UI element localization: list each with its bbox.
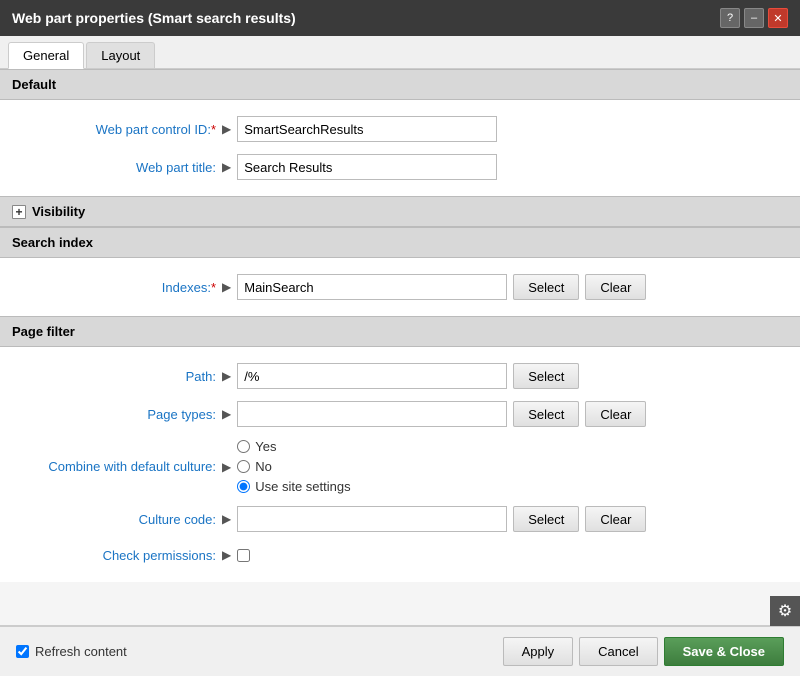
bottom-bar: Refresh content Apply Cancel Save & Clos… <box>0 626 800 676</box>
section-search-index-header: Search index <box>0 227 800 258</box>
page-types-control: Select Clear <box>237 401 788 427</box>
dialog-title: Web part properties (Smart search result… <box>12 10 296 26</box>
radio-yes-input[interactable] <box>237 440 250 453</box>
label-page-types: Page types: <box>12 407 222 422</box>
title-bar: Web part properties (Smart search result… <box>0 0 800 36</box>
check-permissions-control <box>237 549 788 562</box>
label-check-permissions: Check permissions: <box>12 548 222 563</box>
combine-culture-control: Yes No Use site settings <box>237 439 788 494</box>
combine-culture-radio-group: Yes No Use site settings <box>237 439 350 494</box>
title-input[interactable] <box>237 154 497 180</box>
label-culture-code: Culture code: <box>12 512 222 527</box>
form-row-indexes: Indexes:* ▶ Select Clear <box>0 268 800 306</box>
radio-no-label: No <box>255 459 272 474</box>
culture-code-clear-button[interactable]: Clear <box>585 506 646 532</box>
culture-code-select-button[interactable]: Select <box>513 506 579 532</box>
label-title: Web part title: <box>12 160 222 175</box>
section-search-index-body: Indexes:* ▶ Select Clear <box>0 258 800 316</box>
radio-site-settings-input[interactable] <box>237 480 250 493</box>
label-path: Path: <box>12 369 222 384</box>
label-indexes: Indexes:* <box>12 280 222 295</box>
form-row-page-types: Page types: ▶ Select Clear <box>0 395 800 433</box>
refresh-content-checkbox[interactable] <box>16 645 29 658</box>
section-visibility-header[interactable]: + Visibility <box>0 196 800 227</box>
content-area: Default Web part control ID:* ▶ Web part… <box>0 69 800 626</box>
page-types-clear-button[interactable]: Clear <box>585 401 646 427</box>
refresh-content-check: Refresh content <box>16 644 127 659</box>
help-button[interactable]: ? <box>720 8 740 28</box>
page-types-input[interactable] <box>237 401 507 427</box>
label-combine-culture: Combine with default culture: <box>12 459 222 474</box>
check-permissions-checkbox[interactable] <box>237 549 250 562</box>
radio-no-input[interactable] <box>237 460 250 473</box>
action-buttons: Apply Cancel Save & Close <box>503 637 784 666</box>
control-id-control <box>237 116 788 142</box>
page-types-select-button[interactable]: Select <box>513 401 579 427</box>
close-button[interactable]: ✕ <box>768 8 788 28</box>
arrow-icon-8: ▶ <box>222 548 231 562</box>
title-bar-controls: ? – ✕ <box>720 8 788 28</box>
form-row-title: Web part title: ▶ <box>0 148 800 186</box>
culture-code-input[interactable] <box>237 506 507 532</box>
section-page-filter-body: Path: ▶ Select Page types: ▶ Select Clea… <box>0 347 800 582</box>
tab-bar: General Layout <box>0 36 800 69</box>
arrow-icon: ▶ <box>222 122 231 136</box>
section-default-header: Default <box>0 69 800 100</box>
section-visibility-label: Visibility <box>32 204 85 219</box>
gear-icon[interactable]: ⚙ <box>770 596 800 626</box>
section-page-filter-header: Page filter <box>0 316 800 347</box>
radio-site-settings-label: Use site settings <box>255 479 350 494</box>
indexes-select-button[interactable]: Select <box>513 274 579 300</box>
section-default-label: Default <box>12 77 56 92</box>
tab-general[interactable]: General <box>8 42 84 69</box>
section-page-filter-label: Page filter <box>12 324 75 339</box>
arrow-icon-3: ▶ <box>222 280 231 294</box>
section-default-body: Web part control ID:* ▶ Web part title: … <box>0 100 800 196</box>
path-control: Select <box>237 363 788 389</box>
radio-no-item[interactable]: No <box>237 459 350 474</box>
refresh-content-label: Refresh content <box>35 644 127 659</box>
form-row-combine-culture: Combine with default culture: ▶ Yes No <box>0 433 800 500</box>
title-control <box>237 154 788 180</box>
arrow-icon-6: ▶ <box>222 460 231 474</box>
radio-yes-label: Yes <box>255 439 276 454</box>
radio-site-settings-item[interactable]: Use site settings <box>237 479 350 494</box>
indexes-input[interactable] <box>237 274 507 300</box>
indexes-control: Select Clear <box>237 274 788 300</box>
radio-yes-item[interactable]: Yes <box>237 439 350 454</box>
label-control-id: Web part control ID:* <box>12 122 222 137</box>
visibility-expand-icon[interactable]: + <box>12 205 26 219</box>
cancel-button[interactable]: Cancel <box>579 637 657 666</box>
arrow-icon-4: ▶ <box>222 369 231 383</box>
arrow-icon-2: ▶ <box>222 160 231 174</box>
path-input[interactable] <box>237 363 507 389</box>
path-select-button[interactable]: Select <box>513 363 579 389</box>
indexes-clear-button[interactable]: Clear <box>585 274 646 300</box>
apply-button[interactable]: Apply <box>503 637 574 666</box>
minimize-button[interactable]: – <box>744 8 764 28</box>
form-row-path: Path: ▶ Select <box>0 357 800 395</box>
culture-code-control: Select Clear <box>237 506 788 532</box>
form-row-culture-code: Culture code: ▶ Select Clear <box>0 500 800 538</box>
save-close-button[interactable]: Save & Close <box>664 637 784 666</box>
tab-layout[interactable]: Layout <box>86 42 155 68</box>
arrow-icon-7: ▶ <box>222 512 231 526</box>
form-row-control-id: Web part control ID:* ▶ <box>0 110 800 148</box>
section-search-index-label: Search index <box>12 235 93 250</box>
control-id-input[interactable] <box>237 116 497 142</box>
arrow-icon-5: ▶ <box>222 407 231 421</box>
form-row-check-permissions: Check permissions: ▶ <box>0 538 800 572</box>
